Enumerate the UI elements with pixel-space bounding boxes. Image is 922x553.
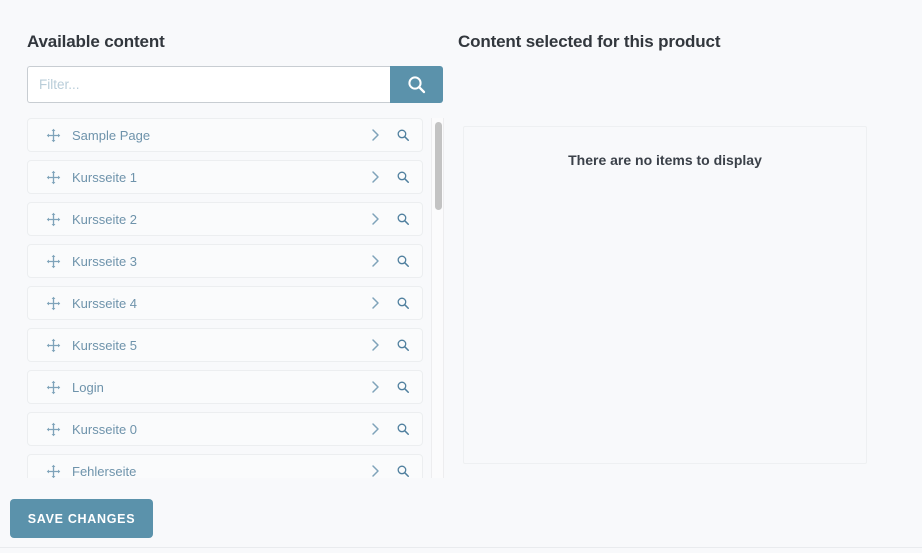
list-item[interactable]: Kursseite 0 bbox=[27, 412, 423, 446]
chevron-right-icon[interactable] bbox=[365, 251, 385, 271]
list-item-label: Fehlerseite bbox=[72, 463, 137, 479]
move-icon[interactable] bbox=[45, 463, 61, 478]
list-item-actions bbox=[365, 455, 413, 478]
scrollbar-thumb[interactable] bbox=[435, 122, 442, 210]
filter-input[interactable] bbox=[27, 66, 390, 103]
empty-state-message: There are no items to display bbox=[568, 152, 762, 168]
list-item-actions bbox=[365, 245, 413, 277]
magnifier-icon[interactable] bbox=[393, 209, 413, 229]
move-icon[interactable] bbox=[45, 169, 61, 185]
list-item-actions bbox=[365, 161, 413, 193]
save-changes-button[interactable]: SAVE CHANGES bbox=[10, 499, 153, 538]
chevron-right-icon[interactable] bbox=[365, 167, 385, 187]
list-item-label: Kursseite 4 bbox=[72, 295, 138, 311]
list-item[interactable]: Kursseite 2 bbox=[27, 202, 423, 236]
list-item-label: Kursseite 0 bbox=[72, 421, 138, 437]
selected-content-title: Content selected for this product bbox=[458, 32, 721, 51]
move-icon[interactable] bbox=[45, 211, 61, 227]
move-icon[interactable] bbox=[45, 421, 61, 437]
available-content-title: Available content bbox=[27, 32, 165, 51]
magnifier-icon[interactable] bbox=[393, 293, 413, 313]
list-item-actions bbox=[365, 287, 413, 319]
chevron-right-icon[interactable] bbox=[365, 209, 385, 229]
selected-content-dropzone[interactable]: There are no items to display bbox=[463, 126, 867, 464]
move-icon[interactable] bbox=[45, 379, 61, 395]
search-icon bbox=[407, 75, 426, 94]
available-content-panel: Available content Sample Page Kursseite 1… bbox=[27, 0, 444, 553]
list-item[interactable]: Login bbox=[27, 370, 423, 404]
footer-divider bbox=[0, 547, 922, 548]
magnifier-icon[interactable] bbox=[393, 377, 413, 397]
magnifier-icon[interactable] bbox=[393, 461, 413, 478]
filter-row bbox=[27, 66, 443, 103]
search-button[interactable] bbox=[390, 66, 443, 103]
magnifier-icon[interactable] bbox=[393, 251, 413, 271]
magnifier-icon[interactable] bbox=[393, 125, 413, 145]
chevron-right-icon[interactable] bbox=[365, 377, 385, 397]
chevron-right-icon[interactable] bbox=[365, 293, 385, 313]
list-item-actions bbox=[365, 119, 413, 151]
list-item-actions bbox=[365, 413, 413, 445]
list-item[interactable]: Fehlerseite bbox=[27, 454, 423, 478]
magnifier-icon[interactable] bbox=[393, 167, 413, 187]
available-list-scrollbar[interactable] bbox=[431, 118, 444, 478]
list-item-label: Kursseite 1 bbox=[72, 169, 138, 185]
chevron-right-icon[interactable] bbox=[365, 461, 385, 478]
move-icon[interactable] bbox=[45, 295, 61, 311]
selected-content-panel: Content selected for this product There … bbox=[458, 0, 898, 553]
list-item-actions bbox=[365, 329, 413, 361]
list-item-actions bbox=[365, 371, 413, 403]
list-item-label: Kursseite 5 bbox=[72, 337, 138, 353]
list-item-label: Kursseite 2 bbox=[72, 211, 138, 227]
list-item[interactable]: Kursseite 5 bbox=[27, 328, 423, 362]
magnifier-icon[interactable] bbox=[393, 419, 413, 439]
list-item-label: Kursseite 3 bbox=[72, 253, 138, 269]
list-item-label: Sample Page bbox=[72, 127, 151, 143]
list-item-actions bbox=[365, 203, 413, 235]
move-icon[interactable] bbox=[45, 337, 61, 353]
list-item[interactable]: Kursseite 3 bbox=[27, 244, 423, 278]
chevron-right-icon[interactable] bbox=[365, 335, 385, 355]
list-item[interactable]: Sample Page bbox=[27, 118, 423, 152]
list-item[interactable]: Kursseite 4 bbox=[27, 286, 423, 320]
available-content-list[interactable]: Sample Page Kursseite 1 Kursseite 2 Kurssei… bbox=[27, 118, 444, 478]
list-item[interactable]: Kursseite 1 bbox=[27, 160, 423, 194]
move-icon[interactable] bbox=[45, 127, 61, 143]
list-item-label: Login bbox=[72, 379, 104, 395]
chevron-right-icon[interactable] bbox=[365, 419, 385, 439]
move-icon[interactable] bbox=[45, 253, 61, 269]
magnifier-icon[interactable] bbox=[393, 335, 413, 355]
content-selector-page: Available content Sample Page Kursseite 1… bbox=[0, 0, 922, 553]
chevron-right-icon[interactable] bbox=[365, 125, 385, 145]
